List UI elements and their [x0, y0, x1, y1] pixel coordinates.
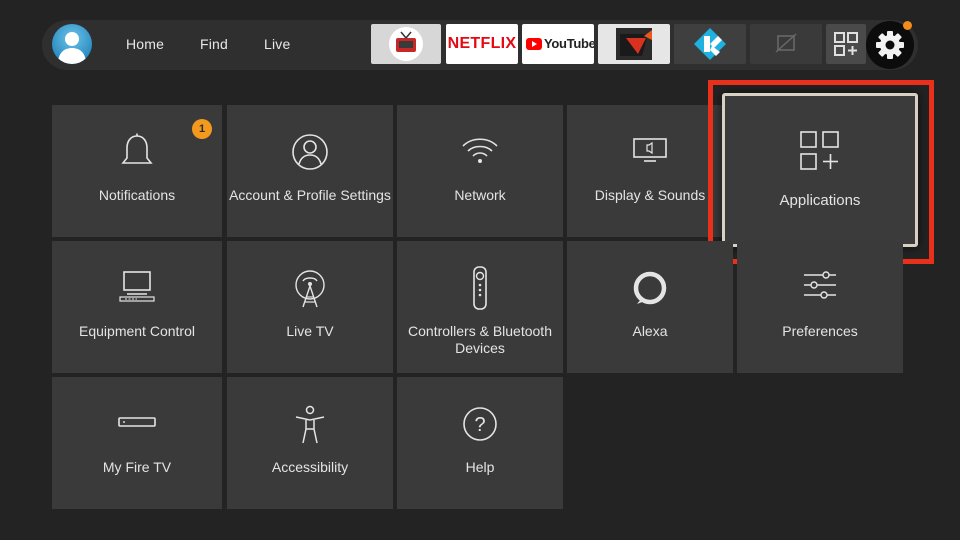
apps-grid-plus-icon: [834, 32, 858, 56]
nav-find[interactable]: Find: [200, 36, 228, 52]
tile-label: Live TV: [286, 323, 334, 339]
svg-text:?: ?: [474, 414, 485, 436]
all-apps-button[interactable]: [826, 24, 866, 64]
broken-image-icon: [775, 33, 797, 53]
antenna-icon: [295, 270, 325, 308]
tile-label: Notifications: [98, 187, 176, 203]
tile-account-profile-settings[interactable]: Account & Profile Settings: [227, 105, 393, 237]
youtube-logo-text: YouTube: [544, 36, 594, 51]
person-icon: [292, 134, 328, 170]
tile-live-tv[interactable]: Live TV: [227, 241, 393, 373]
redbox-tv-icon: [389, 27, 423, 61]
tile-network[interactable]: Network: [397, 105, 563, 237]
tile-preferences[interactable]: Preferences: [737, 241, 903, 373]
nav-live[interactable]: Live: [264, 36, 290, 52]
monitor-icon: [119, 271, 155, 302]
app-tile-kodi[interactable]: [674, 24, 746, 64]
tile-label: My Fire TV: [102, 459, 172, 475]
app-tile-downloader[interactable]: [598, 24, 670, 64]
netflix-logo: NETFLIX: [447, 35, 517, 52]
tv-speaker-icon: [633, 138, 667, 162]
tile-my-fire-tv[interactable]: My Fire TV: [52, 377, 222, 509]
accessibility-icon: [295, 405, 325, 444]
remote-icon: [473, 266, 487, 310]
tile-label: Equipment Control: [79, 323, 195, 339]
wifi-icon: [462, 138, 498, 163]
tile-label: Account & Profile Settings: [229, 187, 391, 203]
fire-stick-icon: [118, 417, 156, 427]
tile-label: Controllers & Bluetooth Devices: [408, 323, 552, 356]
tile-label: Network: [454, 187, 506, 203]
nav-home[interactable]: Home: [126, 36, 164, 52]
alexa-ring-icon: [633, 271, 667, 305]
profile-avatar[interactable]: [52, 24, 92, 64]
tile-controllers-bluetooth[interactable]: Controllers & Bluetooth Devices: [397, 241, 563, 373]
tile-help[interactable]: ? Help: [397, 377, 563, 509]
tile-label: Alexa: [632, 323, 668, 339]
profile-person-icon: [58, 32, 86, 64]
downloader-icon: [616, 28, 652, 60]
tile-alexa[interactable]: Alexa: [567, 241, 733, 373]
help-icon: ?: [463, 407, 497, 441]
tile-label: Accessibility: [271, 459, 349, 475]
youtube-play-icon: [526, 38, 542, 50]
kodi-icon: [694, 28, 726, 60]
tile-notifications[interactable]: 1 Notifications: [52, 105, 222, 237]
tile-label: Preferences: [782, 323, 858, 339]
tile-label: Help: [465, 459, 495, 475]
annotation-highlight-box: [708, 80, 934, 264]
bell-icon: [121, 133, 153, 164]
top-navigation-bar: Home Find Live NETFLIX YouTube: [42, 20, 918, 70]
app-tile-redbox[interactable]: [371, 24, 441, 64]
settings-notification-dot: [903, 21, 912, 30]
app-tile-netflix[interactable]: NETFLIX: [446, 24, 518, 64]
app-tile-placeholder[interactable]: [750, 24, 822, 64]
app-tile-youtube[interactable]: YouTube: [522, 24, 594, 64]
notification-count-badge: 1: [192, 119, 212, 139]
tile-accessibility[interactable]: Accessibility: [227, 377, 393, 509]
sliders-icon: [804, 271, 836, 299]
tile-equipment-control[interactable]: Equipment Control: [52, 241, 222, 373]
